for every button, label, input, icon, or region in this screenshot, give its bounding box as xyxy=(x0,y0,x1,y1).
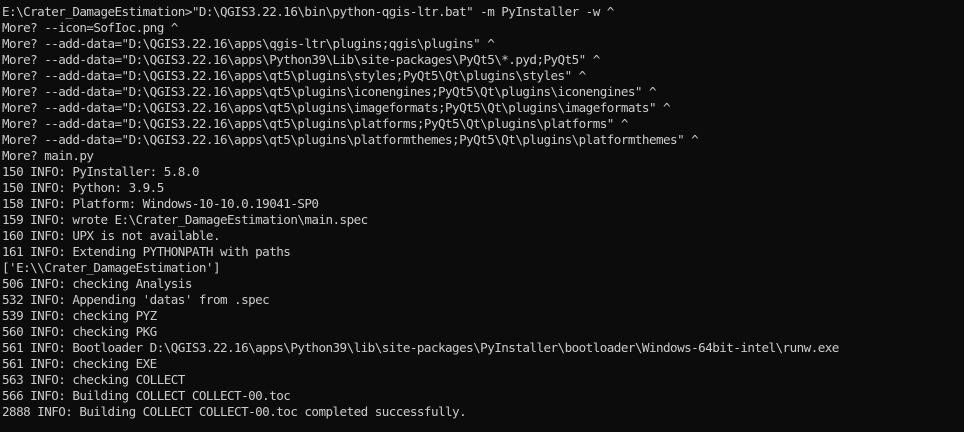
log-line: 158 INFO: Platform: Windows-10-10.0.1904… xyxy=(2,196,319,211)
continuation-line: More? --icon=SofIoc.png ^ xyxy=(2,20,178,35)
log-line: ['E:\\Crater_DamageEstimation'] xyxy=(2,260,221,275)
log-line: 539 INFO: checking PYZ xyxy=(2,308,157,323)
continuation-line: More? --add-data="D:\QGIS3.22.16\apps\qg… xyxy=(2,36,495,51)
continuation-line: More? --add-data="D:\QGIS3.22.16\apps\qt… xyxy=(2,68,586,83)
log-line: 506 INFO: checking Analysis xyxy=(2,276,192,291)
log-line: 2888 INFO: Building COLLECT COLLECT-00.t… xyxy=(2,404,467,419)
log-line: 160 INFO: UPX is not available. xyxy=(2,228,221,243)
log-line: 159 INFO: wrote E:\Crater_DamageEstimati… xyxy=(2,212,368,227)
continuation-line: More? --add-data="D:\QGIS3.22.16\apps\qt… xyxy=(2,84,657,99)
log-line: 560 INFO: checking PKG xyxy=(2,324,157,339)
command-prompt-line: E:\Crater_DamageEstimation>"D:\QGIS3.22.… xyxy=(2,4,614,19)
log-line: 561 INFO: checking EXE xyxy=(2,356,157,371)
log-line: 161 INFO: Extending PYTHONPATH with path… xyxy=(2,244,291,259)
log-line: 150 INFO: PyInstaller: 5.8.0 xyxy=(2,164,199,179)
log-line: 532 INFO: Appending 'datas' from .spec xyxy=(2,292,270,307)
terminal-output[interactable]: E:\Crater_DamageEstimation>"D:\QGIS3.22.… xyxy=(0,0,964,432)
log-line: 566 INFO: Building COLLECT COLLECT-00.to… xyxy=(2,388,291,403)
log-line: 561 INFO: Bootloader D:\QGIS3.22.16\apps… xyxy=(2,340,839,355)
continuation-line: More? --add-data="D:\QGIS3.22.16\apps\qt… xyxy=(2,116,628,131)
continuation-line: More? --add-data="D:\QGIS3.22.16\apps\Py… xyxy=(2,52,600,67)
continuation-line: More? main.py xyxy=(2,148,94,163)
continuation-line: More? --add-data="D:\QGIS3.22.16\apps\qt… xyxy=(2,100,671,115)
log-line: 150 INFO: Python: 3.9.5 xyxy=(2,180,164,195)
continuation-line: More? --add-data="D:\QGIS3.22.16\apps\qt… xyxy=(2,132,699,147)
log-line: 563 INFO: checking COLLECT xyxy=(2,372,185,387)
